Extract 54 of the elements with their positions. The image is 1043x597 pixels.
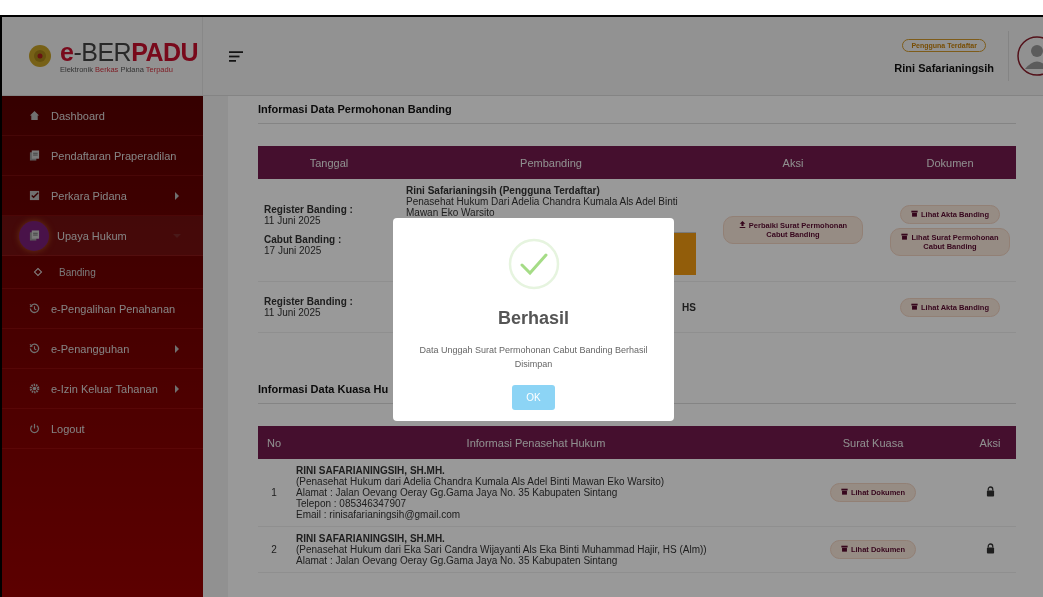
column-header: No (258, 426, 290, 459)
row-number: 2 (258, 526, 290, 573)
document-icon (28, 230, 40, 241)
lawyer-name: RINI SAFARIANINGSIH, SH.MH. (296, 533, 446, 544)
column-header: Aksi (702, 146, 884, 179)
row-number: 1 (258, 459, 290, 527)
appellant-description: Penasehat Hukum Dari Adelia Chandra Kumala Als Adel Binti Mawan Eko Warsito (406, 196, 679, 218)
lock-icon (985, 486, 995, 497)
user-name: Rini Safarianingsih (894, 61, 994, 74)
gear-icon (28, 383, 40, 394)
appellant-name: HS (681, 301, 696, 313)
emblem-icon (28, 44, 52, 68)
dialog-title: Berhasil (497, 308, 569, 329)
upload-icon (738, 221, 746, 228)
history-icon (28, 303, 40, 314)
lawyer-detail: Alamat : Jalan Oevang Oeray Gg.Gama Jaya No. 35 Kabupaten Sintang (296, 555, 619, 566)
house-icon (28, 110, 40, 121)
date-label: Register Banding : (264, 204, 354, 215)
lawyer-name: RINI SAFARIANINGSIH, SH.MH. (296, 465, 446, 476)
column-header: Informasi Penasehat Hukum (290, 426, 782, 459)
dialog-message: Data Unggah Surat Permohonan Cabut Banding Berhasil Disimpan (418, 344, 649, 371)
history-icon (28, 343, 40, 354)
appellant-name: Rini Safarianingsih (Pengguna Terdaftar) (406, 185, 600, 196)
lock-icon (985, 543, 995, 554)
checkmark-icon (507, 238, 560, 290)
archive-icon (910, 302, 918, 310)
section-title: Informasi Data Permohonan Banding (258, 96, 1016, 124)
lawyer-detail: (Penasehat Hukum dari Eka Sari Candra Wijayanti Als Eka Binti Muhammad Hajir, HS (Alm)) (296, 544, 708, 555)
lawyer-detail: Telepon : 085346347907 (296, 498, 407, 509)
archive-icon (840, 545, 848, 552)
date-value: 11 Juni 2025 (264, 215, 321, 226)
date-value: 17 Juni 2025 (264, 245, 322, 256)
archive-icon (840, 488, 848, 495)
power-icon (28, 423, 40, 434)
logo-title: e-BERPADU (60, 38, 199, 65)
lawyer-detail: (Penasehat Hukum dari Adelia Chandra Kumala Als Adel Binti Mawan Eko Warsito) (296, 476, 666, 487)
caret-right-icon (173, 344, 181, 353)
menu-icon[interactable] (229, 50, 243, 62)
column-header: Dokumen (884, 146, 1016, 179)
column-header: Pembanding (400, 146, 702, 179)
document-icon (28, 150, 40, 161)
caret-right-icon (173, 191, 181, 200)
archive-icon (910, 209, 918, 217)
column-header: Aksi (964, 426, 1016, 459)
caret-right-icon (173, 384, 181, 393)
date-label: Cabut Banding : (264, 234, 343, 245)
date-label: Register Banding : (264, 296, 354, 307)
checklist-icon (28, 190, 40, 201)
lawyer-detail: Alamat : Jalan Oevang Oeray Gg.Gama Jaya No. 35 Kabupaten Sintang (296, 487, 619, 498)
lawyer-detail: Email : rinisafarianingsih@gmail.com (296, 509, 462, 520)
column-header: Tanggal (258, 146, 400, 179)
column-header: Surat Kuasa (782, 426, 964, 459)
date-value: 11 Juni 2025 (264, 307, 321, 318)
archive-icon (901, 232, 909, 240)
